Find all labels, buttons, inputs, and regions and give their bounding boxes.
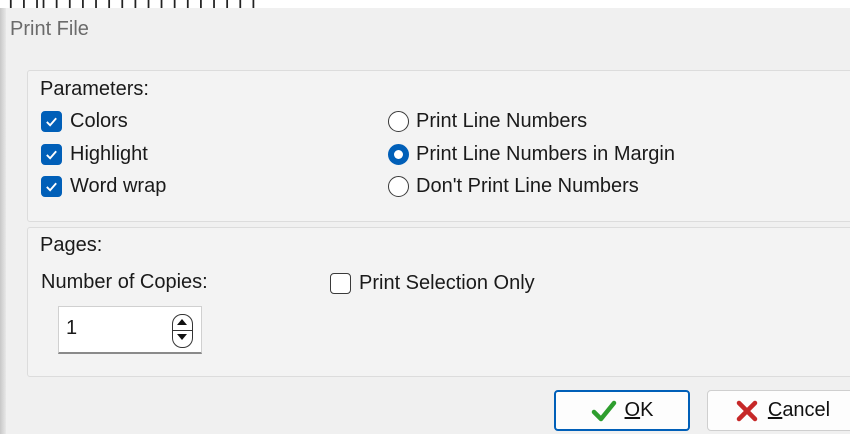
checkbox-checked-icon <box>41 176 62 197</box>
pages-group: Pages: <box>27 227 850 377</box>
print-selection-only-checkbox[interactable]: Print Selection Only <box>330 272 535 295</box>
print-selection-only-label: Print Selection Only <box>359 272 535 294</box>
ok-button-label: OK <box>624 399 654 421</box>
word-wrap-checkbox-label: Word wrap <box>70 175 167 197</box>
checkmark-icon <box>591 400 616 421</box>
spin-down-icon[interactable] <box>172 331 193 348</box>
window-edge <box>0 8 6 434</box>
radio-unselected-icon <box>388 111 409 132</box>
print-line-numbers-in-margin-label: Print Line Numbers in Margin <box>416 143 675 165</box>
copies-spin-input[interactable]: 1 <box>58 306 202 354</box>
cancel-button-label: Cancel <box>767 399 831 421</box>
checkbox-checked-icon <box>41 111 62 132</box>
background-text-fragment: ı ı ıı ı ı ı ı ı ı ı ı ı ı ı ı ı ı ı ı <box>8 0 257 8</box>
number-of-copies-label: Number of Copies: <box>41 271 208 293</box>
cancel-button[interactable]: Cancel <box>707 390 850 431</box>
ok-button[interactable]: OK <box>554 390 690 431</box>
print-line-numbers-radio[interactable]: Print Line Numbers <box>388 110 587 133</box>
spin-up-icon[interactable] <box>172 314 193 331</box>
colors-checkbox[interactable]: Colors <box>41 110 128 133</box>
highlight-checkbox[interactable]: Highlight <box>41 143 148 166</box>
radio-selected-icon <box>388 144 409 165</box>
spin-buttons <box>172 314 193 348</box>
dont-print-line-numbers-label: Don't Print Line Numbers <box>416 175 639 197</box>
print-line-numbers-in-margin-radio[interactable]: Print Line Numbers in Margin <box>388 143 675 166</box>
x-icon <box>736 400 758 421</box>
dont-print-line-numbers-radio[interactable]: Don't Print Line Numbers <box>388 175 639 198</box>
parameters-group-label: Parameters: <box>40 78 149 100</box>
checkbox-unchecked-icon <box>330 273 351 294</box>
background-window-strip: ı ı ıı ı ı ı ı ı ı ı ı ı ı ı ı ı ı ı ı <box>0 0 850 8</box>
copies-value[interactable]: 1 <box>66 317 77 340</box>
checkbox-checked-icon <box>41 144 62 165</box>
dialog-title: Print File <box>10 18 89 40</box>
pages-group-label: Pages: <box>40 234 103 256</box>
print-line-numbers-label: Print Line Numbers <box>416 110 588 132</box>
colors-checkbox-label: Colors <box>70 110 128 132</box>
word-wrap-checkbox[interactable]: Word wrap <box>41 175 166 198</box>
highlight-checkbox-label: Highlight <box>70 143 148 165</box>
radio-unselected-icon <box>388 176 409 197</box>
